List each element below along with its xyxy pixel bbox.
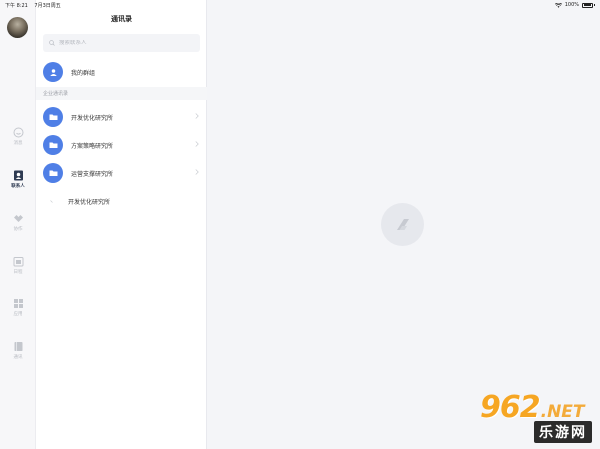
book-icon (13, 341, 24, 352)
app-logo-icon (396, 218, 409, 230)
status-time: 下午 8:21 (5, 2, 28, 9)
watermark-number: 962 (480, 390, 541, 425)
department-row[interactable]: 方案策略研究所 (36, 131, 207, 159)
search-icon (49, 40, 55, 46)
folder-icon (49, 142, 57, 148)
watermark-domain: .NET (540, 402, 585, 422)
status-left: 下午 8:21 7月3日周五 (5, 2, 66, 9)
nav-rail: 消息 联系人 协作 日程 应用 通讯 (0, 0, 36, 449)
battery-percent: 100% (564, 2, 579, 8)
folder-icon (49, 170, 57, 176)
section-header: 企业通讯录 (36, 87, 207, 100)
status-bar: 下午 8:21 7月3日周五 100% (0, 0, 600, 10)
my-groups-label: 我的群组 (71, 69, 96, 77)
department-name: 方案策略研究所 (71, 142, 114, 150)
rail-item-calendar[interactable]: 日程 (0, 256, 36, 286)
status-right: 100% (554, 2, 595, 8)
rail-item-apps[interactable]: 应用 (0, 298, 36, 328)
department-avatar (43, 107, 63, 127)
detail-area: 962 .NET 乐游网 (207, 0, 600, 449)
rail-item-messages[interactable]: 消息 (0, 127, 36, 157)
contacts-icon (13, 170, 24, 181)
department-row[interactable]: 开发优化研究所 (36, 103, 207, 131)
site-watermark: 962 .NET 乐游网 (480, 390, 592, 443)
my-groups-row[interactable]: 我的群组 (36, 58, 207, 86)
indent-marker-icon (50, 200, 53, 203)
rail-item-label: 协作 (13, 227, 23, 232)
battery-icon (582, 2, 593, 8)
sub-department-row[interactable]: 开发优化研究所 (36, 192, 207, 210)
rail-item-label: 消息 (13, 141, 23, 146)
collaboration-icon (13, 213, 24, 224)
contacts-panel: 通讯录 我的群组 企业通讯录 开发优化研究所 方案策略研究所 (36, 0, 207, 449)
app-logo (381, 203, 424, 246)
chevron-right-icon (195, 113, 199, 119)
rail-item-label: 应用 (13, 312, 23, 317)
status-date: 7月3日周五 (34, 2, 61, 9)
apps-icon (13, 298, 24, 309)
watermark-cn: 乐游网 (534, 421, 592, 443)
department-avatar (43, 135, 63, 155)
department-name: 开发优化研究所 (71, 114, 114, 122)
calendar-icon (13, 256, 24, 267)
rail-item-label: 联系人 (11, 184, 25, 189)
search-box[interactable] (43, 34, 200, 52)
department-avatar (43, 163, 63, 183)
department-row[interactable]: 运营支撑研究所 (36, 159, 207, 187)
sub-department-name: 开发优化研究所 (68, 198, 111, 206)
search-input[interactable] (59, 40, 189, 46)
battery-tip (594, 3, 595, 7)
user-icon (49, 68, 57, 76)
chevron-right-icon (195, 141, 199, 147)
watermark-top: 962 .NET (480, 390, 585, 425)
avatar[interactable] (7, 17, 28, 38)
rail-item-collaboration[interactable]: 协作 (0, 213, 36, 243)
wifi-icon (554, 2, 562, 8)
chevron-right-icon (195, 169, 199, 175)
page-title: 通讯录 (111, 15, 132, 23)
folder-icon (49, 114, 57, 120)
rail-item-directory[interactable]: 通讯 (0, 341, 36, 371)
chat-icon (13, 127, 24, 138)
department-name: 运营支撑研究所 (71, 170, 114, 178)
rail-item-label: 日程 (13, 270, 23, 275)
group-avatar (43, 62, 63, 82)
rail-item-label: 通讯 (13, 355, 23, 360)
rail-item-contacts[interactable]: 联系人 (0, 170, 36, 200)
